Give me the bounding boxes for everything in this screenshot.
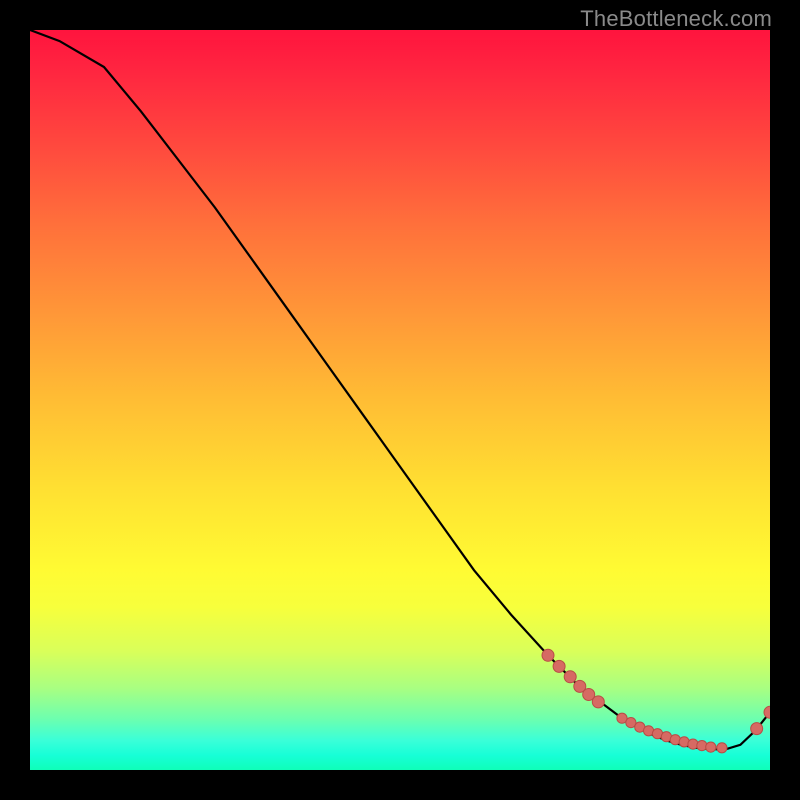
highlighted-points (542, 649, 770, 753)
plot-area (30, 30, 770, 770)
curve-layer (30, 30, 770, 770)
chart-frame: TheBottleneck.com (0, 0, 800, 800)
data-point (564, 671, 576, 683)
data-point (553, 660, 565, 672)
data-point (706, 742, 716, 752)
data-point (542, 649, 554, 661)
watermark-text: TheBottleneck.com (580, 6, 772, 32)
bottleneck-curve (30, 30, 770, 749)
data-point (717, 743, 727, 753)
data-point (592, 696, 604, 708)
data-point (764, 706, 770, 718)
data-point (751, 723, 763, 735)
